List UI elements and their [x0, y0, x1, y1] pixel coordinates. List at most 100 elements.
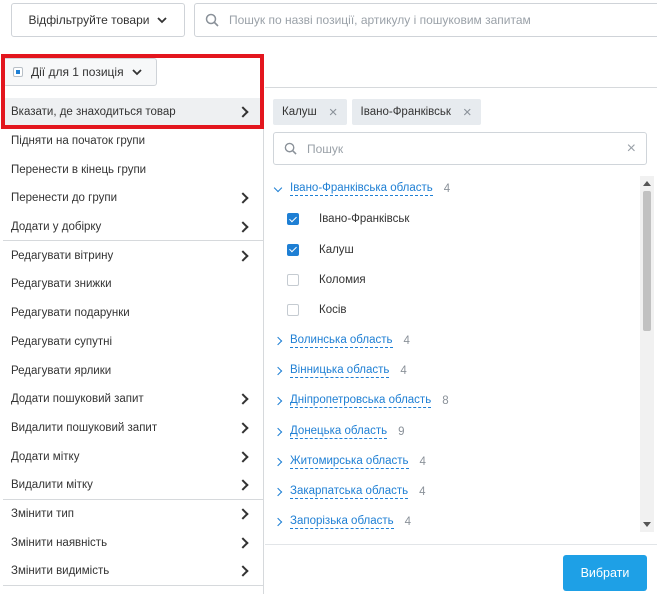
- city-checkbox[interactable]: [287, 243, 299, 256]
- city-checkbox[interactable]: [287, 213, 299, 226]
- region-name[interactable]: Закарпатська область: [290, 485, 409, 500]
- region-name[interactable]: Волинська область: [290, 334, 393, 348]
- filter-products-label: Відфільтруйте товари: [28, 13, 150, 27]
- menu-item-label: Редагувати подарунки: [11, 307, 130, 320]
- chevron-down-icon[interactable]: [273, 183, 283, 192]
- menu-item-label: Змінити тип: [11, 507, 74, 520]
- city-item[interactable]: Івано-Франківськ: [273, 204, 643, 234]
- chevron-right-icon[interactable]: [273, 457, 283, 467]
- chevron-right-icon[interactable]: [273, 366, 283, 376]
- chevron-right-icon[interactable]: [273, 487, 283, 497]
- menu-item-remove-tag[interactable]: Видалити мітку: [3, 471, 263, 500]
- location-panel: Калуш × Івано-Франківськ × Пошук × Івано…: [265, 87, 657, 594]
- menu-item-edit-showcase[interactable]: Редагувати вітрину: [3, 241, 263, 270]
- region-name[interactable]: Вінницька область: [290, 364, 390, 378]
- menu-item-move-top[interactable]: Підняти на початок групи: [3, 127, 263, 156]
- choose-button[interactable]: Вибрати: [563, 555, 647, 591]
- region-tree: Івано-Франківська область 4 Івано-Франкі…: [273, 174, 643, 538]
- city-item[interactable]: Косів: [273, 295, 643, 325]
- remove-tag-icon[interactable]: ×: [329, 105, 338, 120]
- filter-products-button[interactable]: Відфільтруйте товари: [11, 3, 185, 37]
- product-search-placeholder: Пошук по назві позиції, артикулу і пошук…: [229, 13, 531, 27]
- region-count: 4: [403, 334, 410, 347]
- region-count: 8: [442, 395, 449, 408]
- menu-item-change-availability[interactable]: Змінити наявність: [3, 528, 263, 557]
- product-search-input[interactable]: Пошук по назві позиції, артикулу і пошук…: [194, 3, 657, 37]
- menu-item-add-tag[interactable]: Додати мітку: [3, 442, 263, 471]
- menu-item-add-search-query[interactable]: Додати пошуковий запит: [3, 385, 263, 414]
- chevron-right-icon: [237, 536, 249, 549]
- chevron-right-icon[interactable]: [273, 427, 283, 436]
- tag-label: Калуш: [282, 106, 317, 118]
- scroll-up-icon[interactable]: [643, 181, 651, 186]
- region-item[interactable]: Дніпропетровська область 8: [273, 386, 643, 416]
- city-item[interactable]: Коломия: [273, 265, 643, 295]
- scrollbar-thumb[interactable]: [643, 191, 651, 331]
- region-item[interactable]: Донецька область 9: [273, 416, 643, 446]
- location-search-input[interactable]: Пошук ×: [273, 132, 647, 165]
- bulk-actions-label: Дії для 1 позиція: [31, 65, 124, 79]
- city-item[interactable]: Калуш: [273, 235, 643, 265]
- region-item[interactable]: Житомирська область 4: [273, 447, 643, 477]
- menu-item-move-to-group[interactable]: Перенести до групи: [3, 184, 263, 213]
- region-item[interactable]: Закарпатська область 4: [273, 477, 643, 507]
- region-count: 4: [419, 486, 426, 499]
- chevron-down-icon: [131, 68, 142, 75]
- region-count: 4: [400, 364, 407, 377]
- menu-item-change-visibility[interactable]: Змінити видимість: [3, 557, 263, 586]
- city-checkbox[interactable]: [287, 304, 299, 317]
- region-item[interactable]: Волинська область 4: [273, 325, 643, 355]
- city-checkbox[interactable]: [287, 274, 299, 287]
- search-icon: [284, 142, 297, 155]
- chevron-right-icon: [237, 450, 249, 463]
- panel-divider: [265, 544, 657, 545]
- region-item[interactable]: Запорізька область 4: [273, 507, 643, 537]
- region-count: 4: [404, 516, 412, 529]
- menu-item-label: Видалити пошуковий запит: [11, 421, 158, 434]
- tag-label: Івано-Франківськ: [360, 106, 451, 118]
- region-item[interactable]: Івано-Франківська область 4: [273, 174, 643, 204]
- chevron-right-icon: [237, 192, 249, 205]
- menu-item-label: Вказати, де знаходиться товар: [11, 105, 176, 118]
- remove-tag-icon[interactable]: ×: [463, 105, 472, 120]
- bulk-actions-button[interactable]: Дії для 1 позиція: [3, 58, 157, 86]
- clear-search-icon[interactable]: ×: [627, 140, 636, 158]
- region-name[interactable]: Запорізька область: [290, 515, 394, 530]
- menu-item-edit-labels[interactable]: Редагувати ярлики: [3, 356, 263, 385]
- scroll-down-icon[interactable]: [643, 522, 651, 527]
- region-name[interactable]: Дніпропетровська область: [290, 394, 432, 409]
- chevron-right-icon[interactable]: [273, 336, 283, 345]
- menu-item-label: Редагувати ярлики: [11, 364, 112, 377]
- actions-menu: Вказати, де знаходиться товар Підняти на…: [3, 98, 264, 594]
- region-count: 4: [419, 455, 426, 468]
- chevron-right-icon[interactable]: [273, 396, 283, 406]
- menu-item-edit-gifts[interactable]: Редагувати подарунки: [3, 299, 263, 328]
- location-search-placeholder: Пошук: [307, 141, 344, 156]
- region-list-scrollbar[interactable]: [640, 176, 654, 532]
- chevron-right-icon: [237, 508, 249, 520]
- search-icon: [205, 13, 219, 27]
- chevron-right-icon: [237, 106, 249, 118]
- city-name: Калуш: [319, 243, 354, 256]
- menu-item-edit-related[interactable]: Редагувати супутні: [3, 328, 263, 357]
- chevron-right-icon: [237, 422, 249, 434]
- menu-item-edit-discounts[interactable]: Редагувати знижки: [3, 270, 263, 299]
- menu-item-label: Видалити мітку: [11, 478, 93, 491]
- menu-item-add-to-collection[interactable]: Додати у добірку: [3, 213, 263, 242]
- menu-item-remove-search-query[interactable]: Видалити пошуковий запит: [3, 414, 263, 443]
- menu-item-label: Додати мітку: [11, 450, 80, 463]
- chevron-right-icon[interactable]: [273, 518, 283, 527]
- menu-item-set-location[interactable]: Вказати, де знаходиться товар: [3, 98, 263, 127]
- region-name[interactable]: Житомирська область: [290, 455, 409, 469]
- region-count: 4: [443, 183, 451, 196]
- selection-checkbox-icon: [13, 67, 23, 77]
- region-item[interactable]: Вінницька область 4: [273, 356, 643, 386]
- menu-item-move-end[interactable]: Перенести в кінець групи: [3, 155, 263, 184]
- city-name: Коломия: [319, 274, 366, 287]
- menu-item-label: Редагувати знижки: [11, 278, 112, 291]
- menu-item-change-type[interactable]: Змінити тип: [3, 500, 263, 529]
- region-name[interactable]: Донецька область: [290, 425, 388, 439]
- selected-tag: Калуш ×: [273, 99, 347, 125]
- region-name[interactable]: Івано-Франківська область: [290, 182, 433, 197]
- chevron-right-icon: [237, 220, 249, 233]
